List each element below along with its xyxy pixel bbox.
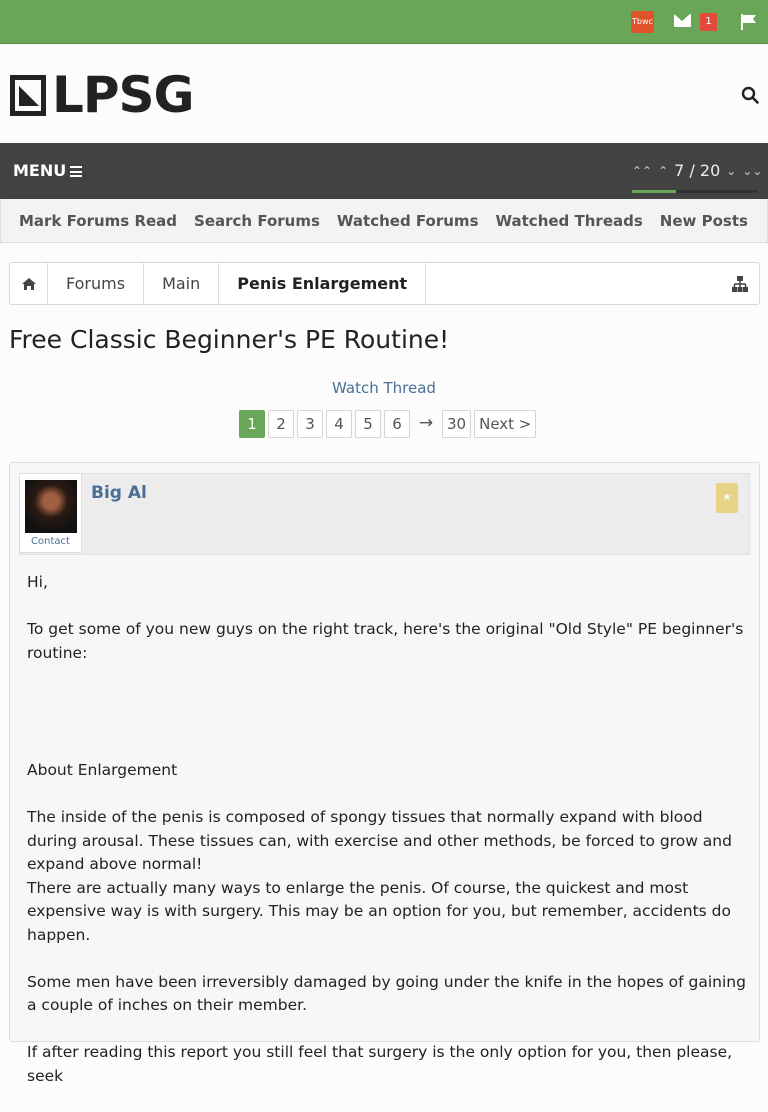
page-indicator[interactable]: 7 / 20 [674,161,720,180]
breadcrumb-current[interactable]: Penis Enlargement [219,263,427,304]
flag-icon[interactable] [740,13,758,31]
avatar[interactable] [25,480,77,533]
contact-link[interactable]: Contact [20,536,81,547]
watch-thread-link[interactable]: Watch Thread [0,379,768,397]
thread-title: Free Classic Beginner's PE Routine! [9,325,450,354]
site-logo[interactable]: LPSG [10,66,195,124]
search-forums-link[interactable]: Search Forums [194,212,320,230]
last-page-icon[interactable]: ⌄⌄ [742,164,762,178]
post: Contact Big Al ★ Hi, To get some of you … [9,462,760,1085]
previous-page-icon[interactable]: ⌃ [658,164,668,178]
next-page-icon[interactable]: ⌄ [726,164,736,178]
author-avatar-box[interactable]: Contact [19,473,82,553]
page-link-4[interactable]: 4 [326,410,352,438]
page-progress-fill [632,190,677,193]
menu-button[interactable]: MENU [13,161,83,180]
post-paragraph: About Enlargement [27,761,178,779]
page-link-6[interactable]: 6 [384,410,410,438]
star-badge-icon: ★ [716,483,738,513]
logo-mark-icon [10,74,46,116]
mark-forums-read-link[interactable]: Mark Forums Read [19,212,177,230]
breadcrumb-main[interactable]: Main [144,263,220,304]
page-link-last[interactable]: 30 [442,410,472,438]
menu-label: MENU [13,161,67,180]
home-icon[interactable] [10,263,48,304]
page-link-1[interactable]: 1 [239,410,265,438]
main-menu-bar: MENU ⌃⌃ ⌃ 7 / 20 ⌄ ⌄⌄ [0,143,768,199]
breadcrumb-forums[interactable]: Forums [48,263,145,304]
post-paragraph: Hi, [27,573,48,591]
post-paragraph [27,689,747,736]
page-link-5[interactable]: 5 [355,410,381,438]
thread-page-navigator: ⌃⌃ ⌃ 7 / 20 ⌄ ⌄⌄ [632,161,762,180]
mail-icon[interactable] [674,14,691,27]
post-paragraph: The inside of the penis is composed of s… [27,808,732,873]
pagination: 1 2 3 4 5 6 → 30 Next > [239,410,537,438]
page-progress-bar [632,190,758,193]
hamburger-icon [70,166,83,177]
user-avatar[interactable]: Tbwc [631,11,654,33]
watched-threads-link[interactable]: Watched Threads [496,212,643,230]
logo-wordmark: LPSG [52,66,195,124]
sitemap-icon[interactable] [731,275,749,293]
page-link-3[interactable]: 3 [297,410,323,438]
search-icon[interactable] [741,86,759,104]
new-posts-link[interactable]: New Posts [660,212,748,230]
post-paragraph: To get some of you new guys on the right… [27,620,744,662]
page-link-2[interactable]: 2 [268,410,294,438]
inbox-count-badge[interactable]: 1 [700,13,717,31]
forum-subnav: Mark Forums Read Search Forums Watched F… [0,199,768,243]
post-paragraph: There are actually many ways to enlarge … [27,878,731,944]
watched-forums-link[interactable]: Watched Forums [337,212,479,230]
post-paragraph: If after reading this report you still f… [27,1043,733,1085]
breadcrumb: Forums Main Penis Enlargement [9,262,760,305]
next-page-button[interactable]: Next > [474,410,537,438]
author-name[interactable]: Big Al [91,483,147,503]
top-bar: Tbwc 1 [0,0,768,44]
post-body: Hi, To get some of you new guys on the r… [27,571,747,1112]
page-skip-arrow[interactable]: → [413,410,439,438]
post-paragraph: Some men have been irreversibly damaged … [27,972,746,1015]
first-page-icon[interactable]: ⌃⌃ [632,164,652,178]
